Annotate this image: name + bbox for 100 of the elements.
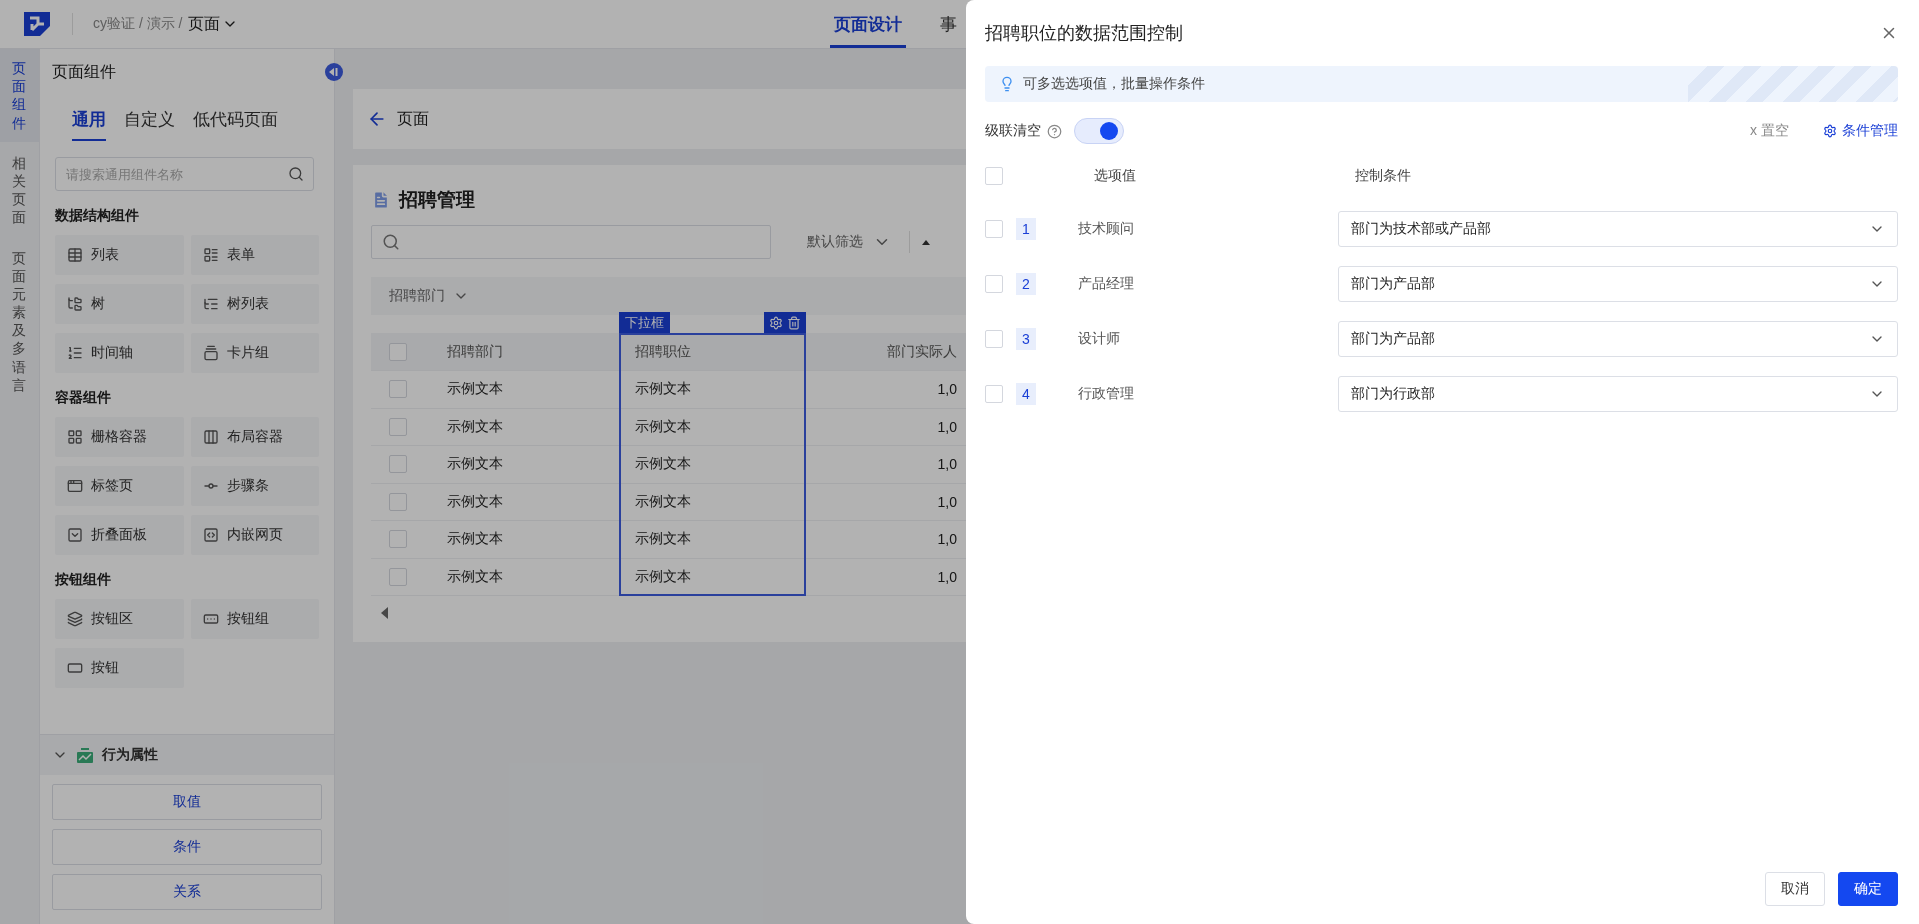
- component-item[interactable]: 折叠面板: [55, 515, 184, 555]
- checkbox[interactable]: [985, 384, 1003, 403]
- condition-select[interactable]: 部门为产品部: [1338, 265, 1898, 302]
- checkbox[interactable]: [985, 167, 1003, 185]
- panel-tab[interactable]: 通用: [72, 103, 106, 141]
- filter-dropdown[interactable]: 默认筛选: [801, 232, 897, 252]
- table-cell-text: 示例文本: [446, 530, 504, 549]
- condition-select[interactable]: 部门为产品部: [1338, 320, 1898, 357]
- table-icon: [67, 247, 83, 263]
- columns-icon: [202, 429, 219, 445]
- condition-manage-button[interactable]: 条件管理: [1823, 122, 1898, 140]
- filter-field[interactable]: 招聘部门: [383, 286, 475, 306]
- rail-tab[interactable]: 相关页面: [0, 143, 39, 237]
- behavior-button[interactable]: 取值: [52, 784, 322, 820]
- component-item[interactable]: 卡片组: [190, 333, 319, 373]
- page-selector[interactable]: 页面: [188, 13, 239, 35]
- checkbox[interactable]: [389, 380, 407, 399]
- layers-icon: [67, 611, 83, 627]
- cancel-button[interactable]: 取消: [1765, 872, 1825, 906]
- scroll-left-icon[interactable]: [381, 607, 388, 619]
- checkbox[interactable]: [389, 455, 407, 474]
- window-icon: [67, 478, 83, 494]
- condition-select[interactable]: 部门为技术部或产品部: [1338, 210, 1898, 247]
- checkbox[interactable]: [389, 530, 407, 549]
- component-item[interactable]: 表单: [190, 235, 319, 275]
- behavior-button[interactable]: 关系: [52, 874, 322, 910]
- folder-tree-icon: [67, 296, 83, 312]
- rail-tab[interactable]: 页面元素及多语言: [0, 238, 39, 404]
- checkbox[interactable]: [985, 219, 1003, 238]
- checkbox[interactable]: [389, 342, 407, 361]
- settings-icon[interactable]: [769, 315, 783, 330]
- component-item[interactable]: 步骤条: [190, 466, 319, 506]
- caret-icon[interactable]: [922, 239, 930, 245]
- behavior-button[interactable]: 条件: [52, 829, 322, 865]
- rectangle-icon: [67, 660, 83, 676]
- nav-tab[interactable]: 事: [936, 0, 961, 48]
- group-title: 容器组件: [55, 389, 112, 407]
- panel-tab[interactable]: 自定义: [124, 103, 175, 141]
- table-cell-text: 示例文本: [634, 380, 692, 399]
- search-icon: [382, 233, 400, 251]
- column-header: 招聘部门: [446, 342, 504, 361]
- option-label: 行政管理: [1077, 384, 1135, 403]
- clear-button[interactable]: x 置空: [1750, 122, 1789, 140]
- component-item[interactable]: 按钮组: [190, 599, 319, 639]
- component-item[interactable]: 标签页: [55, 466, 184, 506]
- tip-text: 可多选选项值，批量操作条件: [1023, 75, 1205, 93]
- component-item[interactable]: 时间轴: [55, 333, 184, 373]
- group-title: 数据结构组件: [55, 207, 140, 225]
- table-cell-text: 1,0: [936, 493, 958, 510]
- table-cell-text: 示例文本: [446, 417, 504, 436]
- component-item[interactable]: 树列表: [190, 284, 319, 324]
- component-item[interactable]: 列表: [55, 235, 184, 275]
- table-cell-text: 1,0: [936, 456, 958, 473]
- table-cell-text: 示例文本: [446, 380, 504, 399]
- table-cell-text: 示例文本: [634, 455, 692, 474]
- section-header[interactable]: 行为属性: [40, 735, 334, 775]
- toggle-switch[interactable]: [1074, 118, 1124, 144]
- search-field[interactable]: [371, 225, 771, 259]
- rail-tab[interactable]: 页面组件: [0, 49, 39, 142]
- checkbox[interactable]: [985, 329, 1003, 348]
- column-header: 招聘职位: [634, 342, 692, 361]
- dropdown-square-icon: [67, 527, 83, 543]
- panel-tab[interactable]: 低代码页面: [193, 103, 278, 141]
- code-square-icon: [202, 527, 219, 543]
- chart-icon: [76, 746, 94, 764]
- component-item[interactable]: 内嵌网页: [190, 515, 319, 555]
- trash-icon[interactable]: [787, 315, 801, 330]
- table-cell-text: 1,0: [936, 568, 958, 585]
- list-tree-icon: [202, 296, 219, 312]
- index-badge: 3: [1016, 327, 1036, 350]
- condition-select[interactable]: 部门为行政部: [1338, 375, 1898, 412]
- checkbox[interactable]: [389, 417, 407, 436]
- table-cell-text: 示例文本: [446, 492, 504, 511]
- option-label: 技术顾问: [1077, 219, 1135, 238]
- numbered-list-icon: [67, 345, 83, 361]
- grid-icon: [67, 429, 83, 445]
- search-icon: [288, 166, 304, 182]
- checkbox[interactable]: [985, 274, 1003, 293]
- index-badge: 4: [1016, 382, 1036, 405]
- option-label: 设计师: [1077, 329, 1121, 348]
- component-item[interactable]: 按钮区: [55, 599, 184, 639]
- checkbox[interactable]: [389, 492, 407, 511]
- component-item[interactable]: 按钮: [55, 648, 184, 688]
- card-title: 招聘管理: [399, 188, 475, 212]
- panel-title: 页面组件: [51, 61, 117, 82]
- component-item[interactable]: 树: [55, 284, 184, 324]
- rectangle-dots-icon: [202, 611, 219, 627]
- search-field[interactable]: 请搜索通用组件名称: [55, 157, 314, 191]
- table-cell-text: 1,0: [936, 418, 958, 435]
- table-cell-text: 1,0: [936, 381, 958, 398]
- confirm-button[interactable]: 确定: [1838, 872, 1898, 906]
- page-label: 页面: [397, 108, 429, 129]
- group-title: 按钮组件: [55, 571, 112, 589]
- component-item[interactable]: 栅格容器: [55, 417, 184, 457]
- component-item[interactable]: 布局容器: [190, 417, 319, 457]
- breadcrumb-path: cy验证 / 演示 /: [93, 15, 183, 33]
- checkbox[interactable]: [389, 567, 407, 586]
- table-cell-text: 1,0: [936, 531, 958, 548]
- list-layout-icon: [202, 247, 219, 263]
- help-icon[interactable]: [1047, 123, 1062, 139]
